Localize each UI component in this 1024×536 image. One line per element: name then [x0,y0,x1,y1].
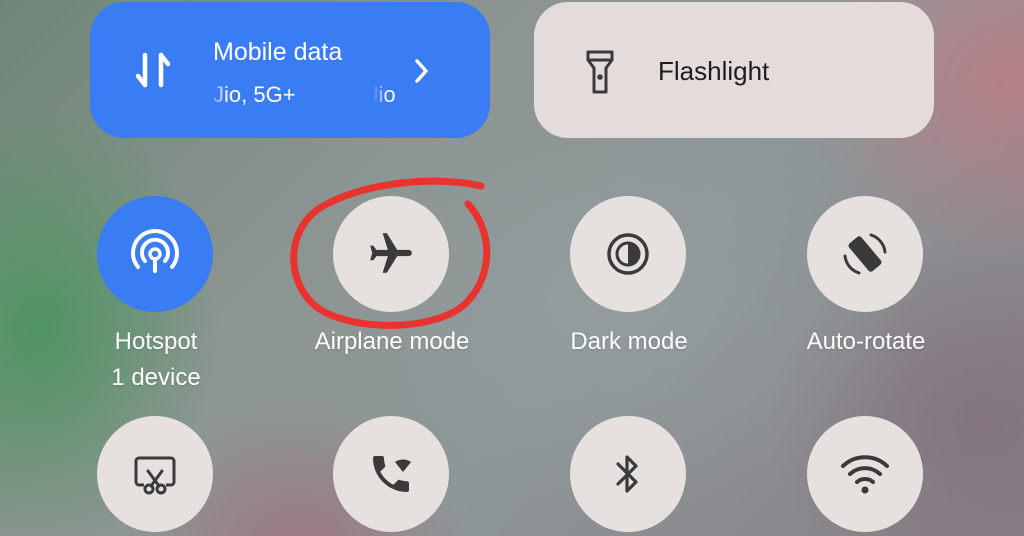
hotspot-toggle[interactable] [97,196,213,312]
hotspot-label: Hotspot 1 device [111,324,200,396]
screenshot-icon [130,449,180,499]
bluetooth-icon [608,450,648,498]
dark-mode-toggle[interactable] [570,196,686,312]
hotspot-label-title: Hotspot [114,328,198,355]
hotspot-icon [128,227,182,281]
hotspot-label-sub: 1 device [111,364,201,391]
mobile-data-title: Mobile data [213,38,343,66]
auto-rotate-label: Auto-rotate [806,328,926,355]
wifi-icon [839,452,891,496]
flashlight-label: Flashlight [658,56,770,86]
mobile-data-network-secondary: Jio [367,82,396,107]
mobile-data-tile[interactable]: Mobile data Jio, 5G+ Jio [90,2,490,138]
airplane-mode-toggle[interactable] [333,196,449,312]
mobile-data-network: Jio, 5G+ [213,82,296,107]
wifi-calling-toggle[interactable] [333,416,449,532]
wifi-toggle[interactable] [807,416,923,532]
dark-mode-label: Dark mode [570,328,688,355]
auto-rotate-icon [837,226,893,282]
mobile-data-subtitle: Jio, 5G+ Jio [213,82,413,112]
airplane-icon [366,229,416,279]
flashlight-tile[interactable]: Flashlight [534,2,934,138]
airplane-mode-label: Airplane mode [314,328,470,355]
wifi-calling-icon [367,450,415,498]
screenshot-toggle[interactable] [97,416,213,532]
dark-mode-icon [605,231,651,277]
chevron-right-icon[interactable] [412,56,432,86]
data-transfer-icon [134,50,174,90]
flashlight-icon [586,50,614,94]
bluetooth-toggle[interactable] [570,416,686,532]
auto-rotate-toggle[interactable] [807,196,923,312]
